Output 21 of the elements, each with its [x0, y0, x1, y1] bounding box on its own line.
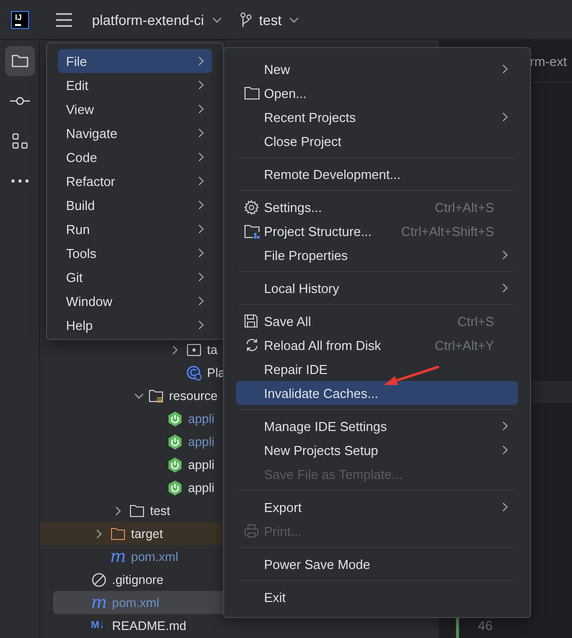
file-name: appli [188, 458, 214, 472]
app-logo: IJ [11, 10, 29, 28]
shortcut: Ctrl+Alt+Shift+S [401, 224, 494, 238]
file-name: README.md [112, 618, 186, 632]
maven-icon: m [110, 548, 126, 564]
file-name: test [150, 504, 170, 518]
file-name: .gitignore [112, 572, 164, 586]
shortcut: Ctrl+S [458, 314, 494, 328]
file-name: resource [169, 388, 218, 402]
file-name: pom.xml [112, 596, 160, 610]
file-name: pom.xml [131, 550, 178, 564]
file-name: appli [188, 480, 214, 494]
file-name: appli [188, 434, 214, 448]
markdown-icon: M↓ [91, 620, 107, 631]
shortcut: Ctrl+Alt+Y [434, 338, 494, 352]
shortcut: Ctrl+Alt+S [434, 200, 494, 214]
file-name: appli [188, 412, 214, 426]
maven-icon: m [91, 594, 107, 610]
file-name: ta [207, 342, 218, 356]
file-name: target [131, 526, 163, 540]
line-number: 46 [478, 618, 492, 633]
